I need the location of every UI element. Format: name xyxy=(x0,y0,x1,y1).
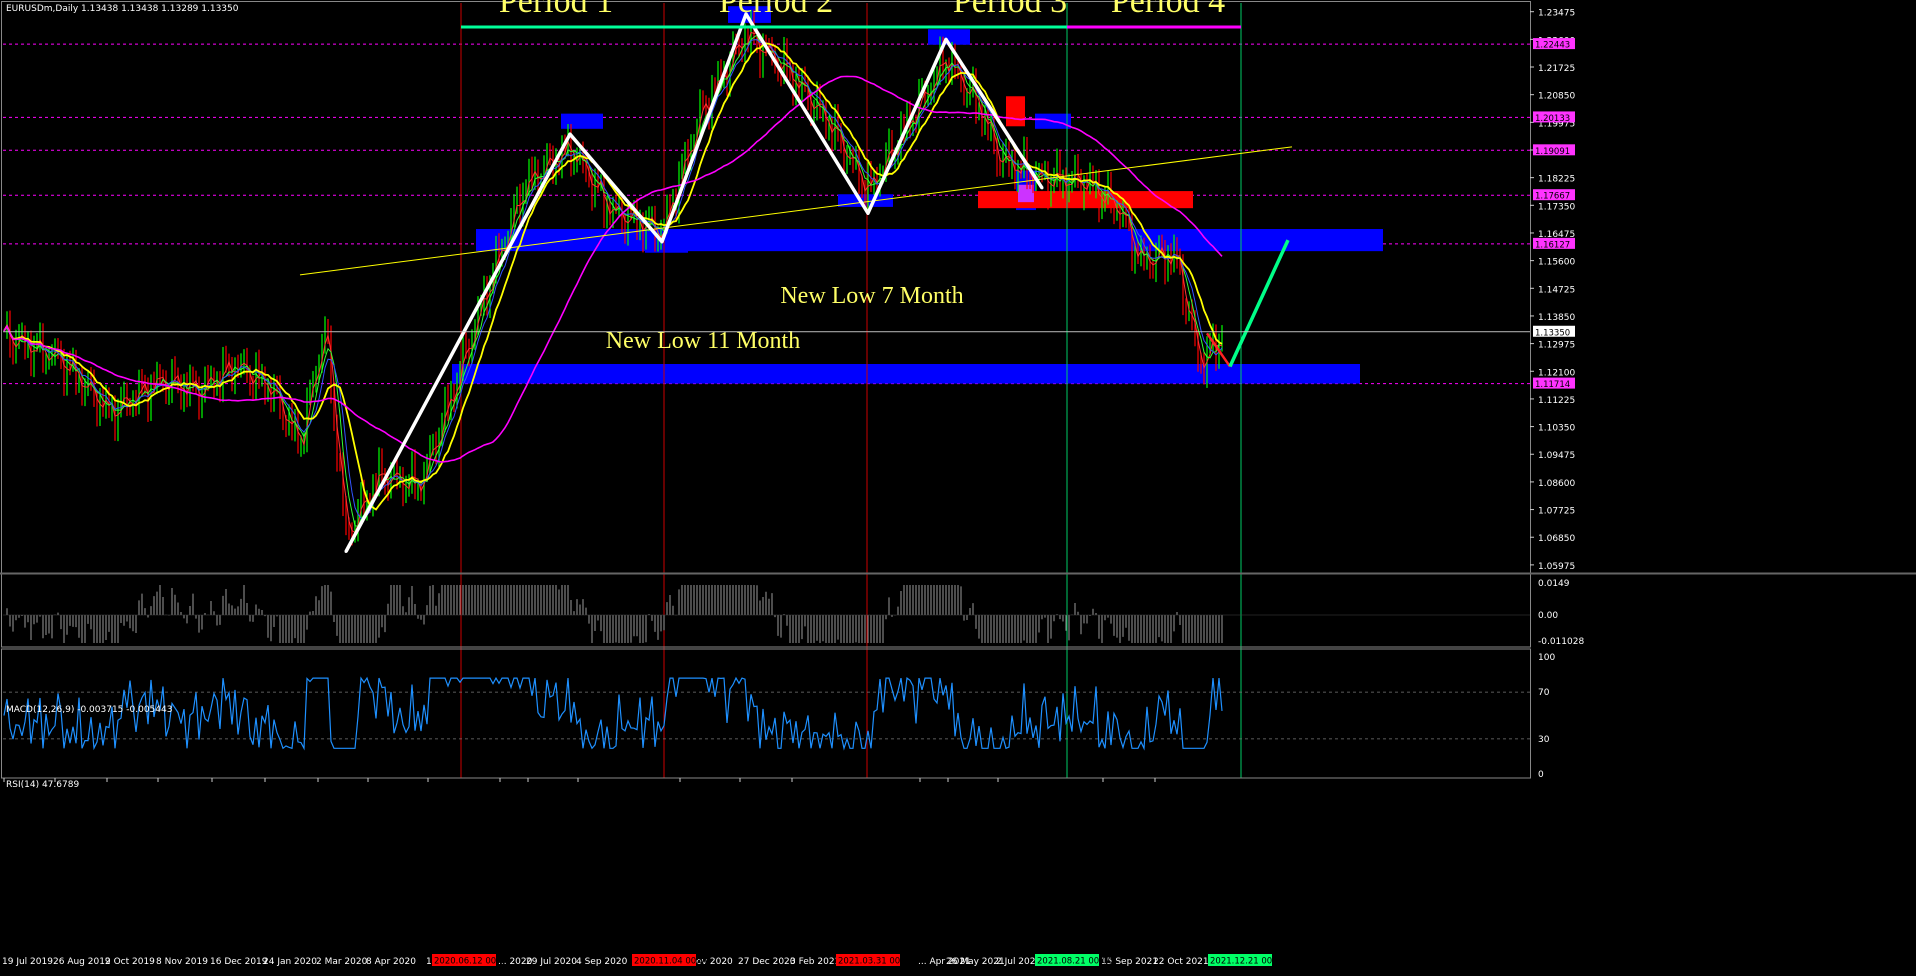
macd-tick-label: 0.0149 xyxy=(1538,579,1570,589)
price-level-tag-label: 1.16127 xyxy=(1535,240,1570,250)
price-level-tag-label: 1.11714 xyxy=(1535,380,1570,390)
date-tick-label: 26 Aug 2019 xyxy=(53,957,111,967)
date-tick-label: 2 Oct 2019 xyxy=(105,957,155,967)
date-tick-label: 2 Mar 2020 xyxy=(316,957,368,967)
price-tick-label: 1.21725 xyxy=(1538,64,1575,74)
panel-separator xyxy=(0,572,1916,575)
period-label: Period 4 xyxy=(1111,0,1225,20)
price-tick-label: 1.07725 xyxy=(1538,507,1575,517)
date-tick-label: 27 Dec 2020 xyxy=(738,957,796,967)
date-tick-label: 4 Sep 2020 xyxy=(576,957,628,967)
price-tick-label: 1.06850 xyxy=(1538,534,1575,544)
price-tick-label: 1.14725 xyxy=(1538,285,1575,295)
price-tick-label: 1.13850 xyxy=(1538,313,1575,323)
highlighted-date-label: 2021.08.21 00:00 xyxy=(1037,957,1113,967)
zigzag-pivot-6 xyxy=(1040,186,1044,190)
price-tick-label: 1.20850 xyxy=(1538,92,1575,102)
macd-tick-label: 0.00 xyxy=(1538,611,1558,621)
support-zone-7 xyxy=(645,240,688,253)
price-tick-label: 1.18225 xyxy=(1538,175,1575,185)
date-tick-label: 22 Oct 2021 xyxy=(1153,957,1209,967)
price-tick-label: 1.05975 xyxy=(1538,562,1575,572)
chart-window: 1.234751.226001.217251.208501.199751.191… xyxy=(0,0,1916,972)
price-level-tag-label: 1.17667 xyxy=(1535,192,1570,202)
highlighted-date-label: 2020.06.12 00:00 xyxy=(434,957,510,967)
period-label: Period 3 xyxy=(953,0,1067,20)
period-label: Period 2 xyxy=(719,0,833,20)
macd-label: MACD(12,26,9) -0.003715 -0.005443 xyxy=(6,705,172,715)
highlighted-date-label: 2021.12.21 00:00 xyxy=(1210,957,1286,967)
price-level-tag-label: 1.20133 xyxy=(1535,114,1570,124)
price-tick-label: 1.17350 xyxy=(1538,202,1575,212)
chart-header: EURUSDm,Daily 1.13438 1.13438 1.13289 1.… xyxy=(6,4,239,14)
macd-tick-label: -0.011028 xyxy=(1538,637,1584,647)
highlighted-date-label: 2021.03.31 00:00 xyxy=(838,957,914,967)
date-tick-label: 8 Apr 2020 xyxy=(366,957,416,967)
price-tick-label: 1.08600 xyxy=(1538,479,1575,489)
resistance-zone-10 xyxy=(1006,96,1025,127)
price-tick-label: 1.09475 xyxy=(1538,451,1575,461)
date-tick-label: 2 Jul 2021 xyxy=(996,957,1041,967)
price-tick-label: 1.23475 xyxy=(1538,9,1575,19)
support-zone-1 xyxy=(452,363,1360,384)
date-tick-label: 3 Feb 2021 xyxy=(790,957,840,967)
zigzag-pivot-5 xyxy=(944,37,948,41)
price-level-tag-label: 1.22443 xyxy=(1535,41,1570,51)
zigzag-pivot-0 xyxy=(344,549,348,553)
price-chart: 1.234751.226001.217251.208501.199751.191… xyxy=(0,0,1916,972)
price-tick-label: 1.10350 xyxy=(1538,424,1575,434)
price-level-tag-label: 1.13350 xyxy=(1535,328,1570,338)
annotation-new-low-7-month: New Low 7 Month xyxy=(780,283,963,309)
date-tick-label: 29 Jul 2020 xyxy=(526,957,577,967)
date-tick-label: 24 Jan 2020 xyxy=(263,957,317,967)
overlap-zone xyxy=(1018,184,1034,203)
zigzag-pivot-4 xyxy=(866,211,870,215)
date-tick-label: 16 Dec 2019 xyxy=(210,957,268,967)
rsi-tick-label: 70 xyxy=(1538,688,1550,698)
price-tick-label: 1.12975 xyxy=(1538,341,1575,351)
rsi-tick-label: 30 xyxy=(1538,735,1550,745)
rsi-label: RSI(14) 47.6789 xyxy=(6,780,79,790)
support-zone-2 xyxy=(561,113,603,129)
support-zone-0 xyxy=(476,229,1383,252)
rsi-tick-label: 100 xyxy=(1538,653,1555,663)
zigzag-pivot-2 xyxy=(660,240,664,244)
rsi-tick-label: 0 xyxy=(1538,770,1544,780)
price-tick-label: 1.11225 xyxy=(1538,396,1575,406)
price-tick-label: 1.12100 xyxy=(1538,368,1575,378)
zigzag-pivot-1 xyxy=(568,132,572,136)
price-tick-label: 1.15600 xyxy=(1538,258,1575,268)
period-label: Period 1 xyxy=(499,0,613,20)
date-tick-label: 19 Jul 2019 xyxy=(2,957,53,967)
highlighted-date-label: 2020.11.04 00:00 xyxy=(634,957,710,967)
price-level-tag-label: 1.19091 xyxy=(1535,147,1570,157)
date-tick-label: 8 Nov 2019 xyxy=(156,957,208,967)
